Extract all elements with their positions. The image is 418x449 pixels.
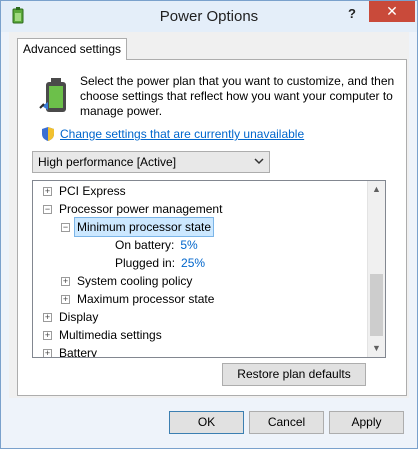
- collapse-icon[interactable]: −: [43, 205, 52, 214]
- tree-item-label: Battery: [59, 346, 98, 358]
- help-button[interactable]: ?: [341, 4, 363, 24]
- tree-item-label: System cooling policy: [77, 274, 193, 288]
- expand-icon[interactable]: +: [61, 295, 70, 304]
- apply-button[interactable]: Apply: [329, 411, 404, 434]
- tree-item-label: PCI Express: [59, 184, 126, 198]
- scroll-up-arrow-icon[interactable]: ▲: [368, 181, 385, 198]
- tree-item-label: Multimedia settings: [59, 328, 162, 342]
- expand-icon[interactable]: +: [43, 331, 52, 340]
- expand-icon[interactable]: +: [43, 313, 52, 322]
- collapse-icon[interactable]: −: [61, 223, 70, 232]
- setting-label: Plugged in:: [115, 256, 176, 270]
- expand-icon[interactable]: +: [43, 349, 52, 357]
- power-plan-icon: [39, 78, 66, 112]
- setting-label: On battery:: [115, 238, 175, 252]
- restore-plan-defaults-button[interactable]: Restore plan defaults: [222, 363, 366, 386]
- close-button[interactable]: ✕: [369, 1, 415, 22]
- tab-content: Select the power plan that you want to c…: [17, 59, 407, 396]
- cancel-button[interactable]: Cancel: [249, 411, 324, 434]
- tab-advanced-settings[interactable]: Advanced settings: [17, 38, 127, 60]
- change-settings-link[interactable]: Change settings that are currently unava…: [60, 127, 304, 141]
- plugged-in-value[interactable]: 25%: [181, 256, 205, 270]
- power-options-window: Power Options ? ✕ Advanced settings Sele…: [0, 0, 418, 449]
- scroll-down-arrow-icon[interactable]: ▼: [368, 340, 385, 357]
- tree-item-label: Processor power management: [59, 202, 223, 216]
- expand-icon[interactable]: +: [43, 187, 52, 196]
- power-plan-dropdown[interactable]: High performance [Active]: [32, 151, 270, 173]
- tree-item-label: Display: [59, 310, 99, 324]
- power-plan-dropdown-value: High performance [Active]: [38, 155, 177, 169]
- setting-plugged-in[interactable]: Plugged in: 25%: [115, 254, 205, 272]
- uac-shield-icon: [42, 127, 54, 141]
- settings-tree[interactable]: + PCI Express − Processor power manageme…: [32, 180, 386, 358]
- title-bar[interactable]: Power Options ? ✕: [1, 1, 417, 32]
- tree-item-label: Maximum processor state: [77, 292, 215, 306]
- tree-item-label: Minimum processor state: [73, 217, 215, 237]
- scrollbar-thumb[interactable]: [370, 274, 383, 336]
- on-battery-value[interactable]: 5%: [180, 238, 197, 252]
- expand-icon[interactable]: +: [61, 277, 70, 286]
- plan-description: Select the power plan that you want to c…: [80, 74, 395, 118]
- setting-on-battery[interactable]: On battery: 5%: [115, 236, 198, 254]
- tree-scrollbar[interactable]: ▲ ▼: [367, 181, 385, 357]
- settings-panel: Advanced settings Select the power plan …: [9, 32, 409, 398]
- ok-button[interactable]: OK: [169, 411, 244, 434]
- chevron-down-icon: [254, 158, 264, 165]
